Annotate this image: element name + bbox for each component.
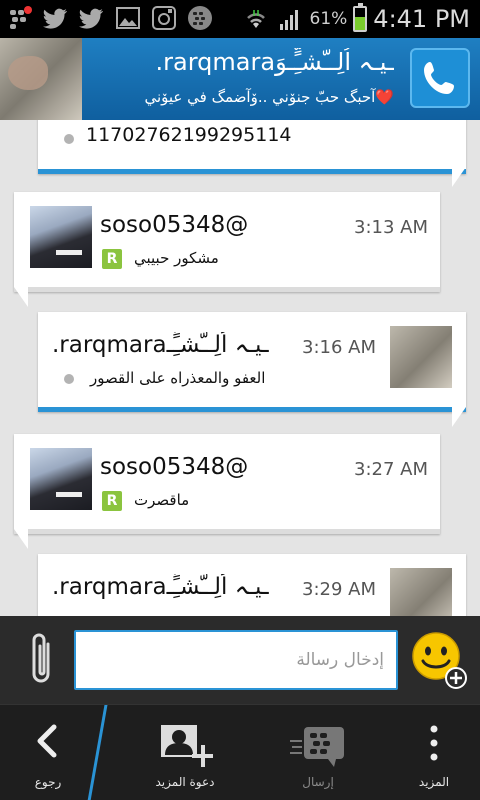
twitter-icon [78, 4, 106, 32]
sender-avatar[interactable] [390, 568, 452, 616]
message-bubble-outgoing[interactable]: .rarqmaraـيـہ اُلِــّشـٍِّـ 3:16 AM العف… [38, 312, 466, 427]
smiley-add-icon[interactable] [410, 630, 468, 690]
more-button[interactable]: المزيد [388, 705, 480, 800]
back-button[interactable]: رجوع [0, 705, 96, 800]
delivery-status-icon [64, 134, 74, 144]
instagram-icon [150, 4, 178, 32]
message-bubble-incoming[interactable]: soso05348@ 3:27 AM R ماقصرت [14, 434, 440, 549]
send-button[interactable]: إرسال [268, 705, 368, 800]
contact-name[interactable]: .rarqmaraـيـہ اُلِــّشـٍِّـوَ [92, 48, 394, 76]
bottom-action-bar: رجوع دعوة المزيد إرسال المزيد [0, 704, 480, 800]
chevron-left-icon [37, 724, 57, 758]
notification-icons [6, 4, 214, 32]
read-receipt-icon: R [102, 491, 122, 511]
message-time: 3:13 AM [354, 217, 428, 238]
sender-avatar[interactable] [30, 206, 92, 268]
gallery-icon [114, 4, 142, 32]
message-time: 3:29 AM [302, 579, 376, 600]
wifi-icon [242, 5, 270, 33]
contact-avatar[interactable] [0, 38, 82, 120]
message-bubble-outgoing[interactable]: .rarqmaraـيـہ اُلِــّشـٍِّـ 3:29 AM [38, 554, 466, 616]
delivery-status-icon [64, 374, 74, 384]
clock: 4:41 PM [373, 5, 470, 33]
phone-icon [424, 62, 454, 94]
sender-name: soso05348@ [100, 454, 249, 480]
sender-name: .rarqmaraـيـہ اُلِــّشـٍِّـ [52, 332, 269, 358]
status-bar: 61% 4:41 PM [0, 0, 480, 38]
bbm-notification-icon [6, 4, 34, 32]
signal-icon [276, 5, 304, 33]
message-time: 3:16 AM [302, 337, 376, 358]
sender-name: soso05348@ [100, 212, 249, 238]
contact-status-message: آحبگ حبّ جنۆني ..ۆآضمگ في عيۆني❤️ [144, 88, 394, 106]
invite-more-button[interactable]: دعوة المزيد [130, 705, 240, 800]
sender-name: .rarqmaraـيـہ اُلِــّشـٍِّـ [52, 574, 269, 600]
battery-icon [353, 3, 368, 32]
add-contact-icon [161, 725, 213, 767]
read-receipt-icon: R [102, 249, 122, 269]
back-label: رجوع [34, 775, 62, 789]
invite-more-label: دعوة المزيد [155, 775, 215, 789]
message-list[interactable]: 11702762199295114 soso05348@ 3:13 AM R م… [0, 120, 480, 616]
message-bubble-incoming[interactable]: soso05348@ 3:13 AM R مشكور حبيبي [14, 192, 440, 307]
message-bubble-outgoing[interactable]: 11702762199295114 [38, 120, 466, 187]
message-input[interactable] [74, 630, 398, 690]
send-label: إرسال [302, 775, 334, 789]
sender-avatar[interactable] [30, 448, 92, 510]
sender-avatar[interactable] [390, 326, 452, 388]
more-label: المزيد [418, 775, 450, 789]
overflow-menu-icon [430, 725, 438, 761]
bbm-send-icon [290, 727, 344, 767]
voice-call-button[interactable] [410, 48, 470, 108]
message-text: العفو والمعذراه على القصور [90, 369, 266, 387]
message-text: ماقصرت [134, 491, 190, 509]
message-text: 11702762199295114 [86, 124, 292, 146]
message-composer [0, 616, 480, 704]
battery-level-fill [355, 16, 366, 30]
battery-percent: 61% [309, 9, 348, 29]
message-time: 3:27 AM [354, 459, 428, 480]
paperclip-icon[interactable] [24, 630, 58, 690]
message-text: مشكور حبيبي [134, 249, 219, 267]
twitter-icon [42, 4, 70, 32]
blackberry-icon [186, 4, 214, 32]
chat-header: .rarqmaraـيـہ اُلِــّشـٍِّـوَ آحبگ حبّ ج… [0, 38, 480, 120]
